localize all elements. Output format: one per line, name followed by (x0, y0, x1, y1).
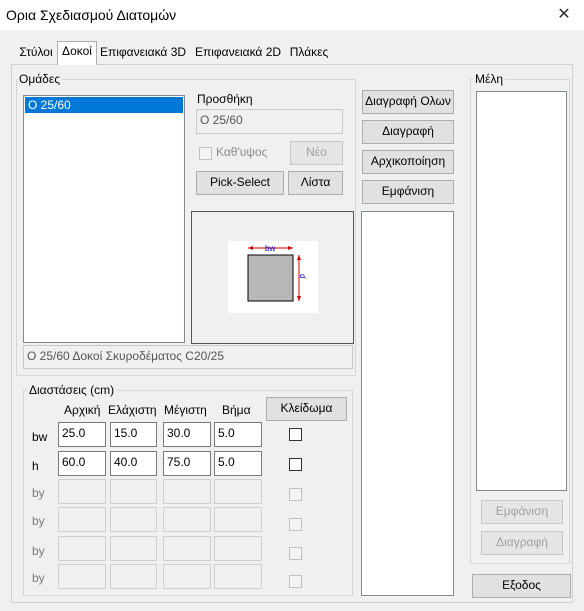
header-min: Ελάχιστη (108, 403, 157, 417)
bw-dimension-label: bw (265, 244, 275, 253)
by-initial-field[interactable] (58, 507, 106, 532)
new-button[interactable]: Νέο (290, 141, 343, 165)
header-max: Μέγιστη (164, 403, 207, 417)
header-step: Βήμα (222, 403, 251, 417)
bw-step-field[interactable]: 5.0 (214, 422, 262, 447)
groups-listbox[interactable]: Ο 25/60 (23, 95, 185, 343)
h-min-field[interactable]: 40.0 (110, 451, 157, 476)
lock-button[interactable]: Κλείδωμα (266, 397, 347, 421)
bw-initial-field[interactable]: 25.0 (58, 422, 106, 447)
tab-slabs[interactable]: Πλάκες (286, 43, 332, 63)
by-initial-field[interactable] (58, 479, 106, 504)
members-label: Μέλη (473, 72, 506, 86)
add-label: Προσθήκη (195, 92, 255, 106)
delete-button[interactable]: Διαγραφή (362, 120, 454, 144)
header-initial: Αρχική (64, 403, 101, 417)
row-label-h: h (32, 459, 39, 473)
tab-columns[interactable]: Στύλοι (14, 43, 58, 63)
d-dimension-label: d (298, 274, 307, 278)
pick-select-button[interactable]: Pick-Select (196, 171, 284, 195)
by-lock-checkbox[interactable] (289, 518, 302, 531)
by-min-field[interactable] (110, 479, 157, 504)
h-max-field[interactable]: 75.0 (163, 451, 211, 476)
by-step-field[interactable] (214, 479, 262, 504)
row-label-by: by (32, 571, 45, 585)
action-listbox[interactable] (361, 211, 454, 596)
bw-min-field[interactable]: 15.0 (110, 422, 157, 447)
by-step-field[interactable] (214, 564, 262, 589)
close-icon[interactable]: ✕ (553, 4, 575, 26)
tab-surfaces-3d[interactable]: Επιφανειακά 3D (97, 43, 189, 63)
group-description: Ο 25/60 Δοκοί Σκυροδέματος C20/25 (23, 345, 353, 369)
initialize-button[interactable]: Αρχικοποίηση (362, 150, 454, 174)
by-lock-checkbox[interactable] (289, 575, 302, 588)
section-rectangle (247, 254, 294, 302)
list-item[interactable]: Ο 25/60 (25, 97, 183, 113)
by-max-field[interactable] (163, 564, 211, 589)
delete-all-button[interactable]: Διαγραφή Ολων (362, 90, 454, 114)
by-max-field[interactable] (163, 507, 211, 532)
group-name-field[interactable]: Ο 25/60 (196, 109, 343, 134)
section-preview: bw d (228, 241, 318, 313)
members-show-button[interactable]: Εμφάνιση (481, 500, 563, 524)
bw-lock-checkbox[interactable] (289, 428, 302, 441)
row-label-by: by (32, 544, 45, 558)
by-step-field[interactable] (214, 507, 262, 532)
by-lock-checkbox[interactable] (289, 488, 302, 501)
by-min-field[interactable] (110, 507, 157, 532)
h-step-field[interactable]: 5.0 (214, 451, 262, 476)
row-label-by: by (32, 514, 45, 528)
by-max-field[interactable] (163, 536, 211, 561)
by-initial-field[interactable] (58, 564, 106, 589)
vertical-checkbox[interactable] (199, 147, 212, 160)
exit-button[interactable]: Εξοδος (472, 574, 571, 598)
by-min-field[interactable] (110, 564, 157, 589)
h-initial-field[interactable]: 60.0 (58, 451, 106, 476)
h-lock-checkbox[interactable] (289, 458, 302, 471)
groups-label: Ομάδες (17, 72, 62, 86)
row-label-bw: bw (32, 430, 48, 444)
by-lock-checkbox[interactable] (289, 547, 302, 560)
by-max-field[interactable] (163, 479, 211, 504)
by-initial-field[interactable] (58, 536, 106, 561)
window-title: Ορια Σχεδιασμού Διατομών (6, 7, 177, 23)
vertical-label: Καθ'υψος (216, 145, 268, 159)
tab-beams[interactable]: Δοκοί (57, 41, 97, 65)
by-step-field[interactable] (214, 536, 262, 561)
dimensions-label: Διαστάσεις (cm) (27, 383, 117, 397)
by-min-field[interactable] (110, 536, 157, 561)
bw-max-field[interactable]: 30.0 (163, 422, 211, 447)
tab-surfaces-2d[interactable]: Επιφανειακά 2D (190, 43, 286, 63)
list-button[interactable]: Λίστα (288, 171, 343, 195)
row-label-by: by (32, 486, 45, 500)
section-preview-frame: bw d (191, 211, 354, 344)
members-delete-button[interactable]: Διαγραφή (481, 531, 563, 555)
members-listbox[interactable] (476, 91, 567, 491)
show-button[interactable]: Εμφάνιση (362, 180, 454, 204)
